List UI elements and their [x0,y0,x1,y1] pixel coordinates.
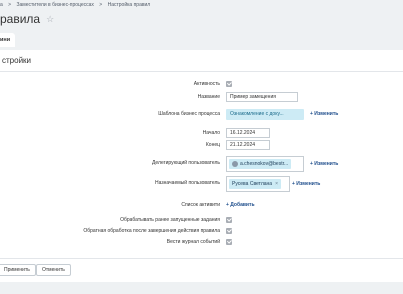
log-checkbox[interactable] [226,239,232,245]
delegating-user-name: a.chesnokov@bestr... [240,161,289,167]
assigned-user-tag: Русева Светлана × [229,179,281,189]
name-label: Название [197,94,220,100]
row-end: Конец 21.12.2024 [0,140,403,152]
tab-settings[interactable]: ини [0,33,16,47]
star-icon[interactable]: ☆ [46,14,54,25]
assigned-change-link[interactable]: + Изменить [292,181,320,187]
row-start: Начало 16.12.2024 [0,128,403,140]
breadcrumb-item: Настройка правил [107,2,151,8]
avatar [232,161,238,167]
cancel-button[interactable]: Отменить [36,264,71,276]
assigned-user-field[interactable]: Русева Светлана × [226,176,290,192]
end-date-input[interactable]: 21.12.2024 [226,140,270,150]
row-log: Вести журнал событий [0,237,403,249]
row-activities: Список активити + Добавить [0,200,403,212]
row-active: Активность [0,79,403,91]
reverse-label: Обратная обработка после завершения дейс… [83,228,220,234]
name-input[interactable]: Пример замещения [226,92,298,102]
active-checkbox[interactable] [226,81,232,87]
log-label: Вести журнал событий [166,239,220,245]
template-select[interactable]: Ознакомление с доку... [226,108,304,120]
delegating-label: Делегирующий пользователь [152,160,220,166]
page-title: равила [0,12,41,26]
row-delegating: Делегирующий пользователь a.chesnokov@be… [0,156,403,172]
end-label: Конец [205,142,220,148]
breadcrumb: а > Заместители в бизнес-процессах > Нас… [0,2,154,8]
template-change-link[interactable]: + Изменить [310,111,338,117]
breadcrumb-separator: > [8,2,12,8]
breadcrumb-item[interactable]: а [0,2,3,8]
apply-button[interactable]: Применить [0,264,36,276]
template-label: Шаблона бизнес процесса [158,111,220,117]
form-footer: Применить Отменить [0,258,403,282]
delegating-user-field[interactable]: a.chesnokov@bestr... [226,156,304,172]
add-activity-link[interactable]: + Добавить [226,202,255,208]
settings-card: стройки Активность Название Пример замещ… [0,50,403,282]
breadcrumb-separator: > [99,2,103,8]
breadcrumb-item[interactable]: Заместители в бизнес-процессах [16,2,93,8]
row-template: Шаблона бизнес процесса Ознакомление с д… [0,108,403,121]
section-title: стройки [0,50,403,72]
assigned-user-name: Русева Светлана [232,181,273,187]
start-label: Начало [202,130,220,136]
process-started-checkbox[interactable] [226,217,232,223]
delegating-user-tag: a.chesnokov@bestr... [229,159,292,169]
activities-label: Список активити [181,202,220,208]
delegating-change-link[interactable]: + Изменить [310,161,338,167]
active-label: Активность [193,81,220,87]
process-started-label: Обрабатывать ранее запущенные задания [120,217,220,223]
start-date-input[interactable]: 16.12.2024 [226,128,270,138]
row-name: Название Пример замещения [0,92,403,104]
reverse-checkbox[interactable] [226,228,232,234]
assigned-label: Назначаемый пользователь [155,180,220,186]
remove-icon[interactable]: × [275,179,278,189]
row-assigned: Назначаемый пользователь Русева Светлана… [0,176,403,192]
page-header: равила ☆ [0,12,54,26]
